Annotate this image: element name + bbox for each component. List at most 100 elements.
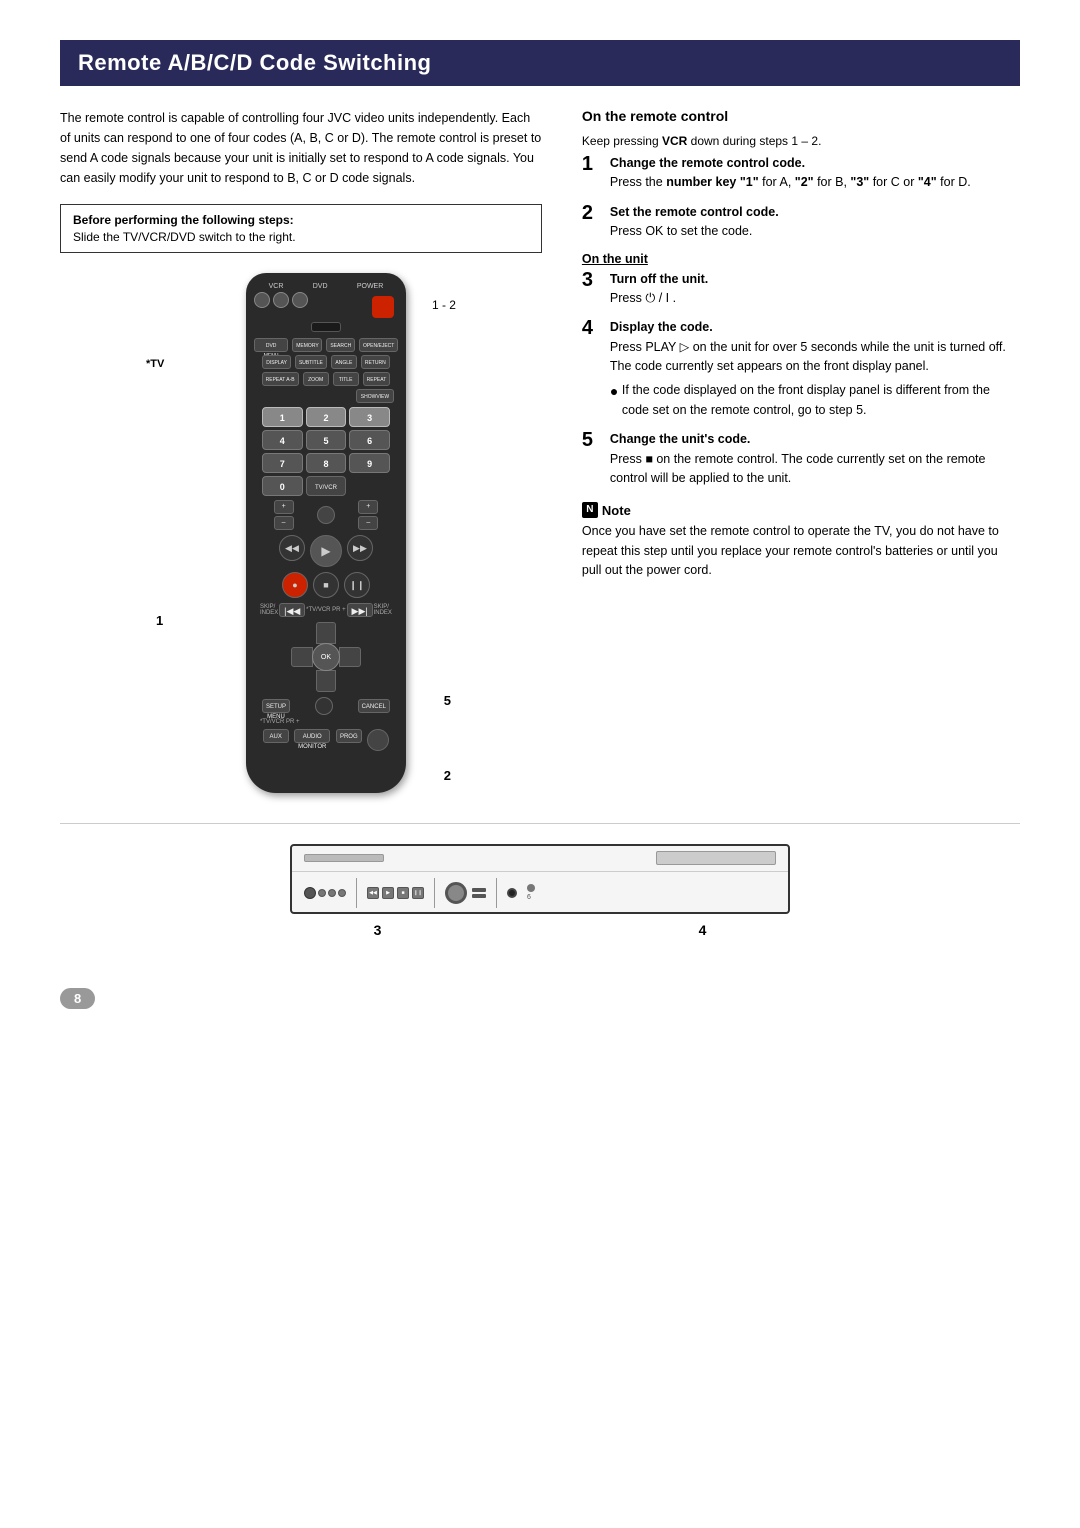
power-label: POWER: [357, 283, 383, 290]
disc-ctrl-2: [472, 894, 486, 898]
num-btn-3[interactable]: 3: [349, 407, 390, 427]
skip-fwd-btn[interactable]: ▶▶|: [347, 603, 373, 617]
step-1-title: Change the remote control code.: [610, 156, 805, 170]
dvd-label: DVD: [313, 283, 328, 290]
nav-right-btn[interactable]: [339, 647, 361, 667]
unit-rewind-btn[interactable]: ◀◀: [367, 887, 379, 899]
num-btn-8[interactable]: 8: [306, 453, 347, 473]
step-4: 4 Display the code. Press PLAY ▷ on the …: [582, 318, 1020, 420]
step-4-text: Press PLAY ▷ on the unit for over 5 seco…: [610, 340, 1006, 373]
play-btn[interactable]: ▶: [310, 535, 342, 567]
remote-top-section: [254, 292, 398, 318]
num-btn-7[interactable]: 7: [262, 453, 303, 473]
audio-monitor-btn[interactable]: AUDIOMONITOR: [294, 729, 330, 743]
num-btn-1[interactable]: 1: [262, 407, 303, 427]
extra-btn-1[interactable]: [527, 884, 535, 892]
zoom-btn[interactable]: ZOOM: [303, 372, 329, 386]
unit-circle-btn-3[interactable]: [328, 889, 336, 897]
num-btn-6[interactable]: 6: [349, 430, 390, 450]
num-btn-9[interactable]: 9: [349, 453, 390, 473]
unit-label-3: 3: [374, 922, 382, 938]
right-column: On the remote control Keep pressing VCR …: [582, 108, 1020, 793]
mode-btn-3[interactable]: [292, 292, 308, 308]
num-btn-2[interactable]: 2: [306, 407, 347, 427]
step-2-number: 2: [582, 203, 606, 223]
repeat-btn[interactable]: REPEAT: [363, 372, 391, 386]
skip-back-btn[interactable]: |◀◀: [279, 603, 305, 617]
ch-up-btn[interactable]: +: [358, 500, 378, 514]
unit-label-4: 4: [699, 922, 707, 938]
mode-btn-dvd[interactable]: [273, 292, 289, 308]
display-btn[interactable]: DISPLAY: [262, 355, 291, 369]
rewind-btn[interactable]: ◀◀: [279, 535, 305, 561]
pause-btn[interactable]: ❙❙: [344, 572, 370, 598]
return-btn[interactable]: RETURN: [361, 355, 390, 369]
memory-btn[interactable]: MEMORY: [292, 338, 322, 352]
step-4-number: 4: [582, 318, 606, 338]
page-title: Remote A/B/C/D Code Switching: [60, 40, 1020, 86]
unit-circle-btn-2[interactable]: [318, 889, 326, 897]
ir-sensor: [507, 888, 517, 898]
repeat-ab-btn[interactable]: REPEAT A-B: [262, 372, 299, 386]
remote-diagram-area: *TV 1 - 2 1 5 2 VCR DVD POWER: [146, 273, 456, 793]
tv-vcr-btn[interactable]: TV/VCR: [306, 476, 347, 496]
main-layout: The remote control is capable of control…: [60, 108, 1020, 793]
unit-stop-btn[interactable]: ■: [397, 887, 409, 899]
stop-btn[interactable]: ■: [313, 572, 339, 598]
misc-round-btn[interactable]: [315, 697, 333, 715]
step-4-bullet: ● If the code displayed on the front dis…: [610, 381, 1020, 420]
note-title-text: Note: [602, 503, 631, 518]
unit-pause-btn[interactable]: ❙❙: [412, 887, 424, 899]
title-btn[interactable]: TITLE: [333, 372, 359, 386]
front-left-controls: [304, 887, 346, 899]
disc-btn[interactable]: [445, 882, 467, 904]
angle-btn[interactable]: ANGLE: [331, 355, 357, 369]
nav-left-btn[interactable]: [291, 647, 313, 667]
unit-play-btn[interactable]: ▶: [382, 887, 394, 899]
step-5-number: 5: [582, 430, 606, 450]
ch-down-btn[interactable]: –: [358, 516, 378, 530]
tv-vcr-pr-label-2: *TV/VCR PR +: [260, 719, 300, 725]
num-btn-4[interactable]: 4: [262, 430, 303, 450]
ir-emitter: [311, 322, 341, 332]
ok-btn[interactable]: OK: [312, 643, 340, 671]
random-btn[interactable]: [367, 729, 389, 751]
vol-down-btn[interactable]: –: [274, 516, 294, 530]
tv-toggle-btn[interactable]: [317, 506, 335, 524]
setup-menu-btn[interactable]: SETUPMENU: [262, 699, 290, 713]
skip-index-right-label: SKIP/INDEX: [374, 604, 392, 616]
step-5-title: Change the unit's code.: [610, 432, 751, 446]
nav-down-btn[interactable]: [316, 670, 336, 692]
unit-circle-btn-4[interactable]: [338, 889, 346, 897]
func-row-3: REPEAT A-B ZOOM TITLE REPEAT: [254, 372, 398, 386]
tv-label: *TV: [146, 358, 164, 370]
search-btn[interactable]: SEARCH: [326, 338, 355, 352]
num-btn-5[interactable]: 5: [306, 430, 347, 450]
nav-up-btn[interactable]: [316, 622, 336, 644]
dvdmenu-btn[interactable]: DVD MENU: [254, 338, 288, 352]
cancel-btn[interactable]: CANCEL: [358, 699, 390, 713]
step-5-text: Press ■ on the remote control. The code …: [610, 452, 986, 485]
num-btn-0[interactable]: 0: [262, 476, 303, 496]
open-btn[interactable]: OPEN/EJECT: [359, 338, 398, 352]
label-1-2: 1 - 2: [432, 298, 456, 312]
unit-circle-btn-1[interactable]: [304, 887, 316, 899]
showview-btn[interactable]: SHOWVIEW: [356, 389, 394, 403]
disc-area: [445, 882, 486, 904]
on-remote-title: On the remote control: [582, 108, 1020, 124]
subtitle-btn[interactable]: SUBTITLE: [295, 355, 327, 369]
step-5-content: Change the unit's code. Press ■ on the r…: [610, 430, 1020, 488]
prog-btn[interactable]: PROG: [336, 729, 362, 743]
mode-btn-vcr[interactable]: [254, 292, 270, 308]
record-btn[interactable]: ●: [282, 572, 308, 598]
step-2-text: Press OK to set the code.: [610, 224, 752, 238]
separator-2: [434, 878, 435, 908]
aux-btn[interactable]: AUX: [263, 729, 289, 743]
vol-up-btn[interactable]: +: [274, 500, 294, 514]
func-row-1: DVD MENU MEMORY SEARCH OPEN/EJECT: [254, 338, 398, 352]
prereq-text: Slide the TV/VCR/DVD switch to the right…: [73, 230, 529, 244]
step-3: 3 Turn off the unit. Press ⏻ / I .: [582, 270, 1020, 309]
fast-forward-btn[interactable]: ▶▶: [347, 535, 373, 561]
vcr-label: VCR: [269, 283, 284, 290]
power-button[interactable]: [372, 296, 394, 318]
